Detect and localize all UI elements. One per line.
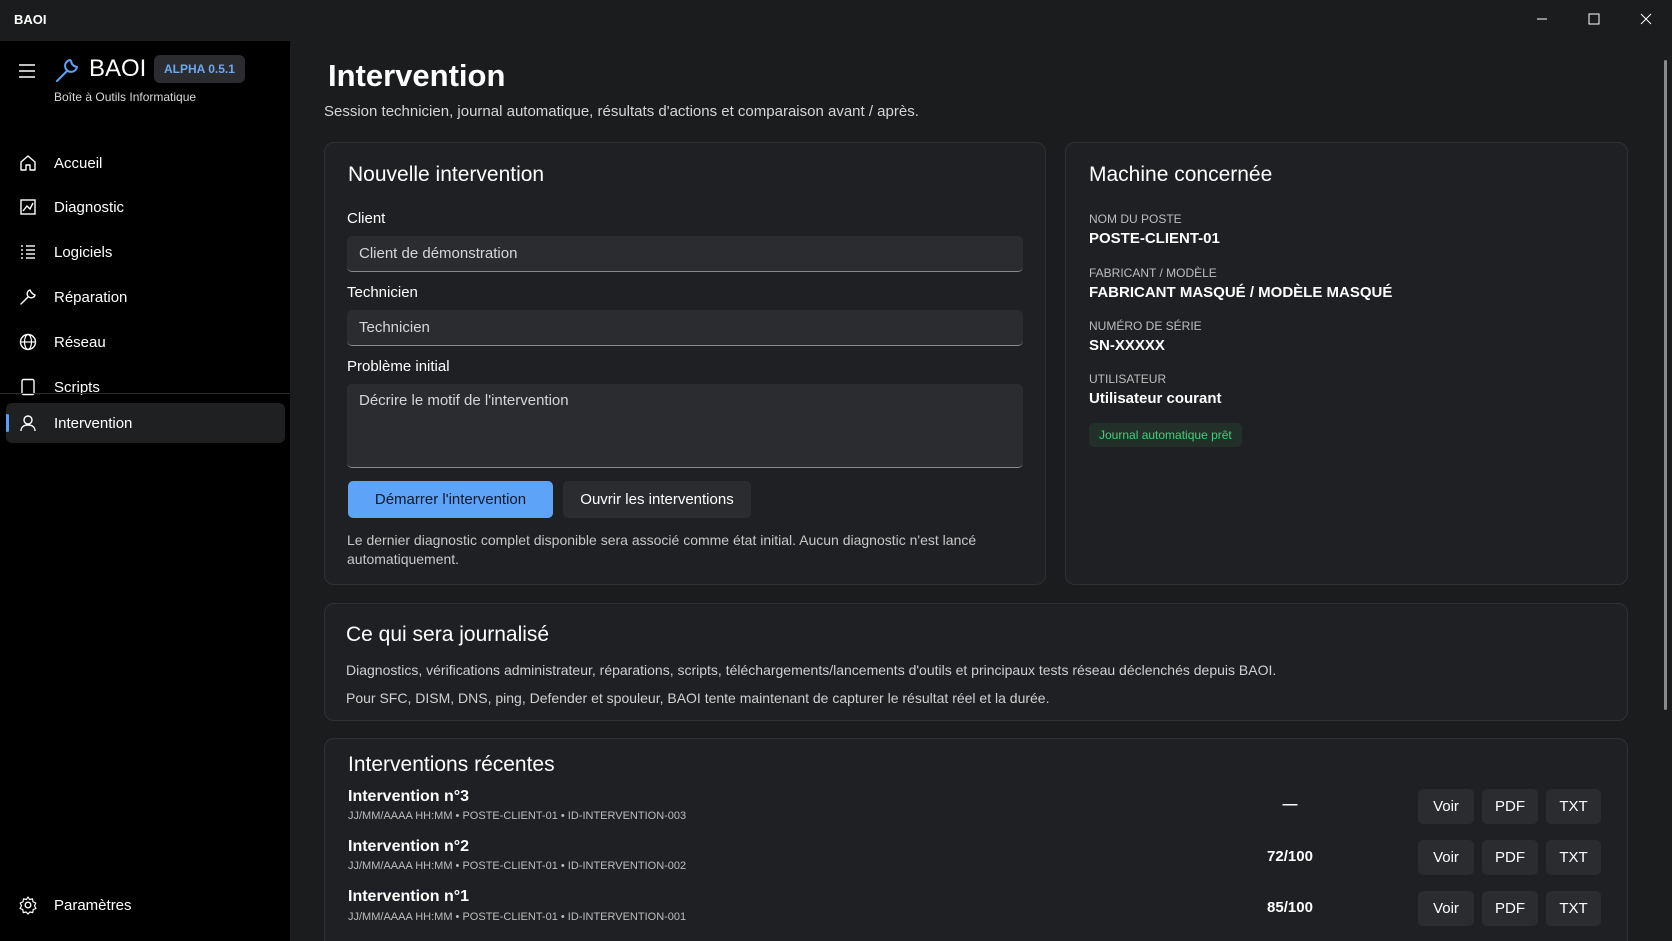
intervention-row-title: Intervention n°3 bbox=[348, 788, 470, 805]
sidebar-item-label: Réparation bbox=[54, 288, 128, 306]
problem-label: Problème initial bbox=[347, 358, 450, 375]
pdf-button[interactable]: PDF bbox=[1482, 891, 1538, 926]
wrench-icon bbox=[20, 289, 36, 305]
view-button[interactable]: Voir bbox=[1418, 891, 1474, 926]
logging-line-1: Diagnostics, vérifications administrateu… bbox=[346, 662, 1277, 678]
client-label: Client bbox=[347, 210, 386, 227]
close-icon bbox=[1640, 13, 1652, 25]
vertical-scrollbar[interactable] bbox=[1664, 60, 1667, 710]
wrench-logo-icon bbox=[56, 59, 78, 82]
model-label: FABRICANT / MODÈLE bbox=[1089, 266, 1217, 280]
sidebar-item-label: Paramètres bbox=[54, 896, 132, 914]
problem-textarea[interactable]: Décrire le motif de l'intervention bbox=[347, 384, 1023, 468]
page-title: Intervention bbox=[328, 58, 506, 93]
technician-label: Technicien bbox=[347, 284, 418, 301]
new-intervention-title: Nouvelle intervention bbox=[348, 163, 545, 186]
initial-state-note: Le dernier diagnostic complet disponible… bbox=[347, 532, 977, 567]
technician-input[interactable]: Technicien bbox=[347, 310, 1023, 346]
serial-value: SN-XXXXX bbox=[1089, 337, 1165, 354]
sidebar-item-label: Intervention bbox=[54, 414, 133, 432]
page-subtitle: Session technicien, journal automatique,… bbox=[324, 103, 919, 120]
view-button[interactable]: Voir bbox=[1418, 789, 1474, 824]
serial-label: NUMÉRO DE SÉRIE bbox=[1089, 319, 1202, 333]
intervention-row-score: 72/100 bbox=[1267, 848, 1313, 865]
recent-interventions-title: Interventions récentes bbox=[348, 753, 555, 776]
intervention-row-score: — bbox=[1282, 796, 1298, 813]
sidebar-item-reparation[interactable]: Réparation bbox=[6, 277, 285, 317]
intervention-row-meta: JJ/MM/AAAA HH:MM • POSTE-CLIENT-01 • ID-… bbox=[348, 911, 687, 923]
intervention-row-title: Intervention n°2 bbox=[348, 838, 470, 855]
window-titlebar: BAOI bbox=[0, 0, 1672, 41]
hostname-value: POSTE-CLIENT-01 bbox=[1089, 230, 1220, 247]
logging-title: Ce qui sera journalisé bbox=[346, 623, 550, 646]
start-intervention-button[interactable]: Démarrer l'intervention bbox=[348, 481, 553, 518]
intervention-row-meta: JJ/MM/AAAA HH:MM • POSTE-CLIENT-01 • ID-… bbox=[348, 860, 687, 872]
globe-icon bbox=[19, 333, 37, 351]
pdf-button[interactable]: PDF bbox=[1482, 840, 1538, 875]
sidebar-item-intervention[interactable]: Intervention bbox=[6, 403, 285, 443]
client-input[interactable]: Client de démonstration bbox=[347, 236, 1023, 272]
sidebar-item-accueil[interactable]: Accueil bbox=[6, 143, 285, 183]
sidebar-item-reseau[interactable]: Réseau bbox=[6, 322, 285, 362]
sidebar: BAOI ALPHA 0.5.1 Boîte à Outils Informat… bbox=[0, 41, 290, 941]
txt-button[interactable]: TXT bbox=[1546, 789, 1601, 824]
model-value: FABRICANT MASQUÉ / MODÈLE MASQUÉ bbox=[1089, 284, 1393, 301]
pdf-button[interactable]: PDF bbox=[1482, 789, 1538, 824]
app-brand: BAOI bbox=[89, 55, 147, 82]
list-icon bbox=[21, 245, 35, 259]
intervention-row-meta: JJ/MM/AAAA HH:MM • POSTE-CLIENT-01 • ID-… bbox=[348, 810, 687, 822]
user-icon bbox=[20, 415, 36, 432]
minimize-button[interactable] bbox=[1516, 0, 1568, 38]
window-title: BAOI bbox=[14, 12, 47, 27]
hamburger-menu-icon[interactable] bbox=[17, 61, 37, 81]
sidebar-item-label: Accueil bbox=[54, 154, 103, 172]
close-button[interactable] bbox=[1620, 0, 1672, 38]
machine-card bbox=[1065, 142, 1628, 585]
sidebar-divider bbox=[0, 393, 290, 394]
intervention-row-title: Intervention n°1 bbox=[348, 888, 470, 905]
home-icon bbox=[20, 155, 36, 171]
maximize-button[interactable] bbox=[1568, 0, 1620, 38]
txt-button[interactable]: TXT bbox=[1546, 840, 1601, 875]
txt-button[interactable]: TXT bbox=[1546, 891, 1601, 926]
chart-icon bbox=[20, 199, 36, 215]
sidebar-item-scripts[interactable]: Scripts bbox=[6, 367, 285, 407]
logging-line-2: Pour SFC, DISM, DNS, ping, Defender et s… bbox=[346, 690, 1050, 706]
app-subtitle: Boîte à Outils Informatique bbox=[54, 90, 197, 104]
hostname-label: NOM DU POSTE bbox=[1089, 212, 1182, 226]
sidebar-item-label: Logiciels bbox=[54, 243, 113, 261]
maximize-icon bbox=[1588, 13, 1600, 25]
sidebar-item-logiciels[interactable]: Logiciels bbox=[6, 232, 285, 272]
minimize-icon bbox=[1537, 18, 1547, 20]
sidebar-item-label: Réseau bbox=[54, 333, 106, 351]
sidebar-item-diagnostic[interactable]: Diagnostic bbox=[6, 187, 285, 227]
open-interventions-button[interactable]: Ouvrir les interventions bbox=[563, 481, 751, 518]
machine-title: Machine concernée bbox=[1089, 163, 1273, 186]
journal-status-badge: Journal automatique prêt bbox=[1089, 423, 1242, 447]
version-badge: ALPHA 0.5.1 bbox=[154, 55, 245, 83]
gear-icon bbox=[19, 896, 37, 915]
view-button[interactable]: Voir bbox=[1418, 840, 1474, 875]
user-value: Utilisateur courant bbox=[1089, 390, 1222, 407]
intervention-row-score: 85/100 bbox=[1267, 899, 1313, 916]
user-label: UTILISATEUR bbox=[1089, 372, 1167, 386]
script-icon bbox=[21, 378, 35, 396]
sidebar-item-label: Diagnostic bbox=[54, 198, 125, 216]
sidebar-item-parametres[interactable]: Paramètres bbox=[6, 885, 285, 925]
